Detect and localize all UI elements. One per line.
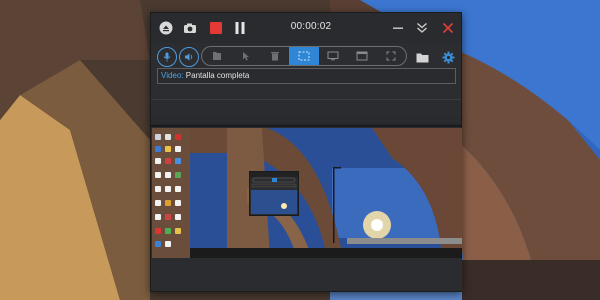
- microphone-icon[interactable]: [157, 47, 177, 67]
- desktop-icon: [155, 241, 161, 247]
- desktop-icon: [165, 214, 171, 220]
- record-stop-icon[interactable]: [207, 19, 225, 37]
- minimize-icon[interactable]: [389, 19, 407, 37]
- capture-preview-window: [150, 126, 462, 292]
- collapse-icon[interactable]: [413, 19, 431, 37]
- desktop-icon: [175, 200, 181, 206]
- desktop-icon: [175, 134, 181, 140]
- preview-statusbar: [152, 258, 462, 291]
- window-icon[interactable]: [348, 47, 377, 65]
- desktop-icon: [175, 186, 181, 192]
- desktop-icon: [165, 172, 171, 178]
- desktop-icon: [175, 172, 181, 178]
- monitor-icon[interactable]: [319, 47, 348, 65]
- trash-icon[interactable]: [260, 47, 289, 65]
- speaker-icon[interactable]: [179, 47, 199, 67]
- desktop-icon: [175, 146, 181, 152]
- fullscreen-icon[interactable]: [377, 47, 406, 65]
- desktop-icon: [165, 158, 171, 164]
- settings-icon[interactable]: [439, 48, 457, 66]
- source-value: Pantalla completa: [185, 71, 250, 80]
- desktop-icon: [165, 146, 171, 152]
- folder-crop-icon[interactable]: [202, 47, 231, 65]
- desktop-icon: [155, 200, 161, 206]
- camera-icon[interactable]: [181, 19, 199, 37]
- desktop-icon: [165, 228, 171, 234]
- pause-icon[interactable]: [231, 19, 249, 37]
- desktop-icon: [165, 186, 171, 192]
- titlebar: 00:00:02: [151, 13, 461, 43]
- desktop-icon: [155, 134, 161, 140]
- desktop-icon: [155, 146, 161, 152]
- desktop-icon: [155, 158, 161, 164]
- desktop-icon: [155, 228, 161, 234]
- desktop-icon: [165, 241, 171, 247]
- desktop-icon: [155, 186, 161, 192]
- recording-timer: 00:00:02: [290, 21, 332, 32]
- folder-icon[interactable]: [413, 48, 431, 66]
- cursor-icon[interactable]: [231, 47, 260, 65]
- desktop-icon: [165, 200, 171, 206]
- status-area: [151, 99, 461, 125]
- desktop-icon: [155, 172, 161, 178]
- desktop-icons-column: [152, 128, 190, 258]
- recorder-window: 00:00:02 Video: Pantalla completa: [150, 12, 462, 126]
- source-label: Video:: [161, 71, 184, 80]
- capture-preview-image: [152, 128, 462, 258]
- selection-icon[interactable]: [289, 47, 319, 65]
- capture-mode-selector: [201, 46, 407, 66]
- preview-scene: [152, 128, 462, 258]
- desktop-icon: [155, 214, 161, 220]
- toolbar: [151, 43, 461, 71]
- mini-recorder-window: [249, 171, 299, 216]
- close-icon[interactable]: [439, 19, 457, 37]
- desktop-icon: [165, 134, 171, 140]
- eject-icon[interactable]: [157, 19, 175, 37]
- desktop-icon: [175, 228, 181, 234]
- source-selector[interactable]: Video: Pantalla completa: [157, 68, 456, 84]
- desktop-icon: [175, 158, 181, 164]
- desktop-icon: [175, 214, 181, 220]
